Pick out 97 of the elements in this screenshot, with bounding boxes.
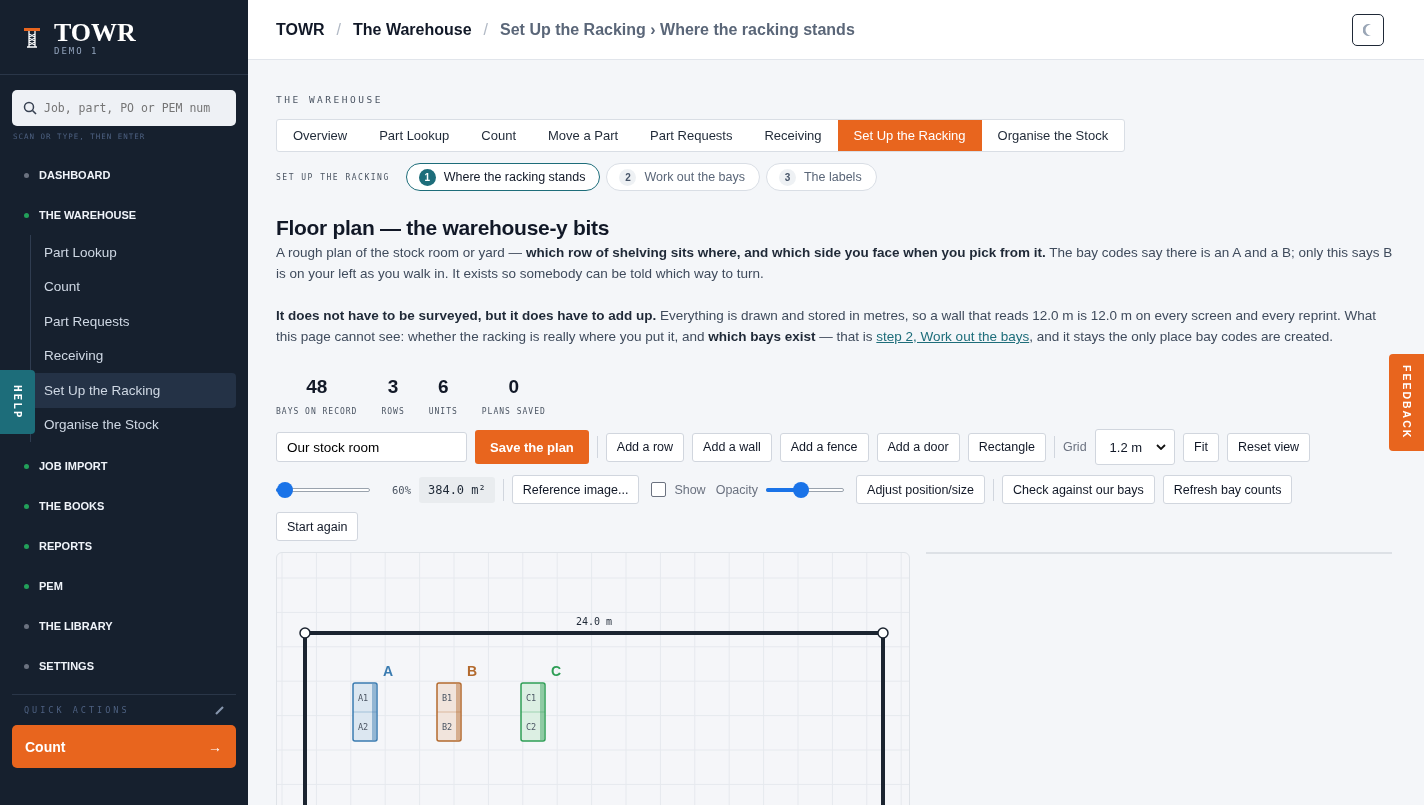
nav-section-label: JOB IMPORT: [39, 460, 108, 472]
nav-section-label: REPORTS: [39, 540, 93, 552]
nav-item[interactable]: Receiving: [31, 338, 236, 373]
nav-item[interactable]: Part Lookup: [31, 235, 236, 270]
stat-label: BAYS ON RECORD: [276, 407, 358, 416]
adjust-button[interactable]: Adjust position/size: [856, 475, 986, 504]
wall-length: 24.0 m: [575, 616, 613, 627]
tab[interactable]: Move a Part: [532, 120, 635, 151]
note-paragraph: It does not have to be surveyed, but it does have to add up. Everything is drawn and stored in metres, so a wall that reads 12.0 m is 12.0 m on every screen and every reprint. What this page cannot see: whether the racking is really where you put it, and which bays exist — that is step 2, Work out the bays, and it stays the only place bay codes are created.: [276, 307, 1377, 346]
breadcrumb: Set Up the Racking › Where the racking stands: [500, 20, 855, 39]
nav-section[interactable]: REPORTS: [0, 526, 248, 566]
nav-item[interactable]: Part Requests: [31, 304, 236, 339]
action-button[interactable]: Check against our bays: [1002, 475, 1155, 504]
bay-code: C1: [525, 693, 537, 703]
show-label: Show: [674, 482, 706, 497]
slider-thumb[interactable]: [793, 481, 810, 498]
theme-toggle[interactable]: [1352, 13, 1384, 46]
opacity-label: Opacity: [715, 482, 759, 497]
start-again-button[interactable]: Start again: [276, 512, 359, 541]
caret-icon: [1156, 444, 1167, 450]
tab[interactable]: Organise the Stock: [981, 120, 1125, 151]
bay-code: B2: [441, 722, 453, 732]
wall-drawing[interactable]: [299, 627, 889, 805]
quick-actions-label: QUICK ACTIONS: [24, 705, 130, 715]
nav-section[interactable]: JOB IMPORT: [0, 446, 248, 486]
tab[interactable]: Part Lookup: [363, 120, 466, 151]
bay-code: A1: [357, 693, 369, 703]
nav-section-label: SETTINGS: [39, 660, 94, 672]
breadcrumb[interactable]: TOWR: [276, 20, 325, 39]
stat-value: 6: [437, 376, 449, 398]
nav-section[interactable]: DASHBOARD: [0, 155, 248, 195]
nav-section-label: THE LIBRARY: [39, 620, 113, 632]
breadcrumb-separator: /: [483, 20, 489, 39]
action-button[interactable]: Refresh bay counts: [1162, 475, 1293, 504]
tower-logo-icon: [24, 28, 40, 48]
stat-label: PLANS SAVED: [481, 407, 546, 416]
stat-value: 0: [508, 376, 520, 398]
nav-section[interactable]: THE WAREHOUSE: [0, 195, 248, 235]
nav-section-label: THE BOOKS: [39, 500, 105, 512]
stat-value: 3: [387, 376, 399, 398]
pencil-icon[interactable]: [215, 705, 224, 715]
floor-plan-canvas[interactable]: 24.0 m A A1 A2 B B1 B2 C C1 C2: [276, 552, 910, 805]
nav-section[interactable]: PEM: [0, 566, 248, 606]
stat-label: UNITS: [428, 407, 458, 416]
step-pill[interactable]: 2 Work out the bays: [606, 163, 760, 191]
shelf-unit[interactable]: [436, 682, 462, 742]
nav-section[interactable]: THE BOOKS: [0, 486, 248, 526]
tool-button[interactable]: Add a row: [605, 432, 685, 462]
reference-image-button[interactable]: Reference image...: [511, 475, 640, 504]
nav-section-label: THE WAREHOUSE: [39, 209, 137, 221]
row-label: A: [382, 663, 394, 679]
moon-icon: [1363, 23, 1373, 36]
area-reading: 384.0 m²: [418, 476, 495, 503]
view-button[interactable]: Reset view: [1227, 432, 1311, 462]
environment-label: DEMO 1: [54, 46, 100, 56]
step-pill[interactable]: 1 Where the racking stands: [405, 163, 601, 191]
nav-section[interactable]: SETTINGS: [0, 646, 248, 686]
zoom-reading: 60%: [392, 483, 411, 496]
page-heading: Floor plan — the warehouse-y bits: [276, 216, 611, 240]
steps-label: SET UP THE RACKING: [276, 172, 390, 182]
plan-name-field[interactable]: Our stock room: [276, 432, 467, 462]
tool-button[interactable]: Add a wall: [692, 432, 772, 462]
stat-label: ROWS: [381, 407, 405, 416]
tab[interactable]: Part Requests: [634, 120, 749, 151]
tool-button[interactable]: Add a fence: [779, 432, 869, 462]
help-tab[interactable]: HELP: [0, 370, 35, 434]
grid-select[interactable]: 1.2 m: [1094, 429, 1176, 465]
breadcrumb-separator: /: [336, 20, 342, 39]
slider-track[interactable]: [276, 481, 370, 498]
tool-button[interactable]: Add a door: [876, 432, 960, 462]
section-label: THE WAREHOUSE: [276, 94, 384, 105]
row-label: B: [466, 663, 478, 679]
tab[interactable]: Count: [465, 120, 532, 151]
bay-code: C2: [525, 722, 537, 732]
tab[interactable]: Overview: [277, 120, 364, 151]
slider-thumb[interactable]: [277, 481, 294, 498]
row-label: C: [550, 663, 562, 679]
view-button[interactable]: Fit: [1183, 432, 1219, 462]
search-field[interactable]: Job, part, PO or PEM num: [12, 90, 236, 126]
tool-button[interactable]: Rectangle: [967, 432, 1046, 462]
bay-code: B1: [441, 693, 453, 703]
intro-paragraph: A rough plan of the stock room or yard — which row of shelving sits where, and which side you face when you pick from it. The bay codes say there is an A and a B; only this says B is on your left as you walk in. It exists so somebody can be told which way to turn.: [276, 244, 1394, 283]
breadcrumb[interactable]: The Warehouse: [353, 20, 472, 39]
nav-item[interactable]: Count: [31, 269, 236, 304]
bay-code: A2: [357, 722, 369, 732]
nav-section[interactable]: THE LIBRARY: [0, 606, 248, 646]
stat-value: 48: [306, 376, 328, 398]
nav-section-label: DASHBOARD: [39, 169, 111, 181]
tab[interactable]: Receiving: [748, 120, 838, 151]
nav-section-label: PEM: [39, 580, 63, 592]
grid-label: Grid: [1062, 440, 1087, 454]
step-pill[interactable]: 3 The labels: [765, 163, 877, 191]
slider-track[interactable]: [766, 481, 845, 498]
brand-name: TOWR: [54, 20, 136, 46]
shelf-unit[interactable]: [352, 682, 378, 742]
shelf-unit[interactable]: [520, 682, 546, 742]
show-checkbox[interactable]: [651, 482, 667, 497]
